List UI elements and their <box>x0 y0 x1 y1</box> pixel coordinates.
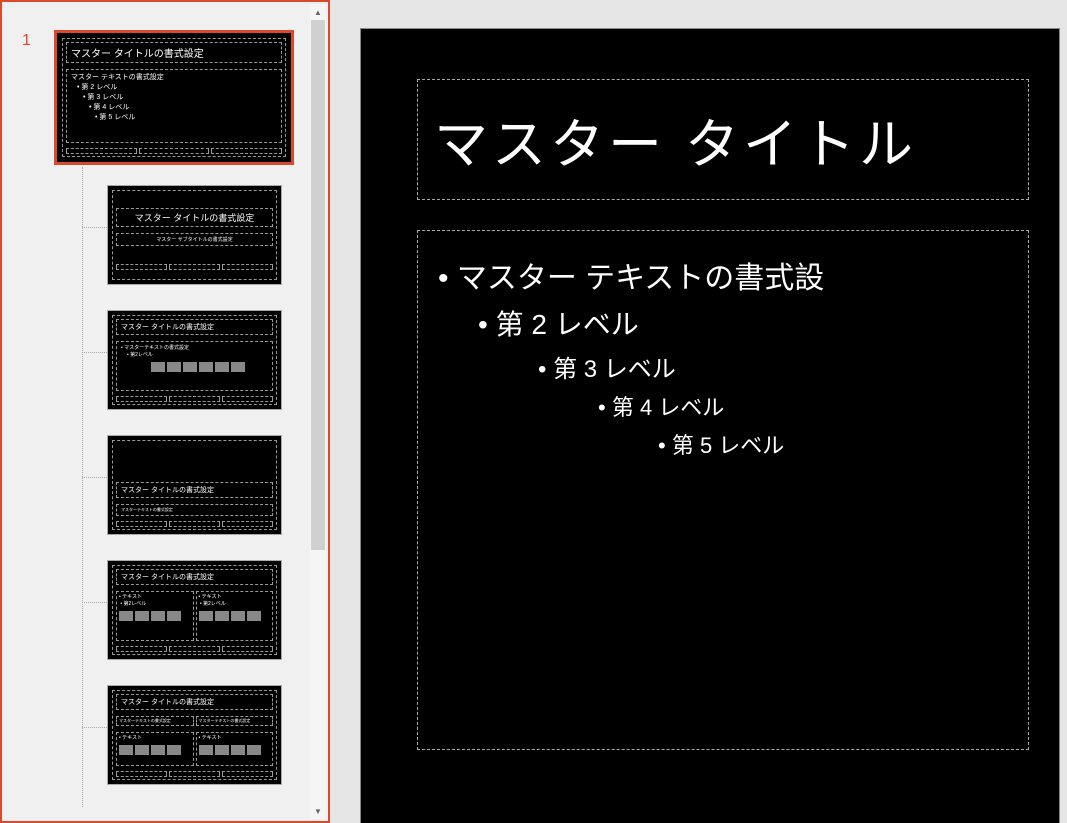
thumb-lvl1: マスター テキストの書式設定 <box>71 72 277 82</box>
slide-master-panel: 1 マスター タイトルの書式設定 マスター テキストの書式設定 • 第 2 レベ… <box>0 0 330 823</box>
body-level-4[interactable]: 第 4 レベル <box>598 390 1008 422</box>
body-level-2[interactable]: 第 2 レベル <box>478 303 1008 343</box>
thumb-lvl2: • 第 2 レベル <box>77 82 277 92</box>
thumb-subtitle: マスター サブタイトルの書式設定 <box>116 233 273 246</box>
thumb-footer <box>116 646 273 652</box>
tree-line <box>82 167 83 807</box>
thumb-caption-row: マスターテキストの書式設定 マスターテキストの書式設定 <box>116 716 273 726</box>
thumb-two-col: • テキスト • テキスト <box>116 732 273 766</box>
tree-branch <box>82 727 107 728</box>
layout-thumbnail-two-content[interactable]: マスター タイトルの書式設定 • テキスト • 第2レベル • テキスト • 第… <box>107 560 282 660</box>
body-level-1[interactable]: マスター テキストの書式設 <box>438 253 1008 297</box>
layout-thumbnail-comparison[interactable]: マスター タイトルの書式設定 マスターテキストの書式設定 マスターテキストの書式… <box>107 685 282 785</box>
tree-branch <box>82 602 107 603</box>
thumb-title: マスター タイトルの書式設定 <box>116 569 273 585</box>
thumb-footer <box>116 771 273 777</box>
thumb-title: マスター タイトルの書式設定 <box>116 208 273 227</box>
tree-branch <box>82 477 107 478</box>
panel-scrollbar[interactable]: ▲ ▼ <box>310 4 326 819</box>
thumb-footer <box>116 396 273 402</box>
tree-branch <box>82 352 107 353</box>
thumb-footer <box>116 264 273 270</box>
tree-branch <box>82 227 107 228</box>
body-level-5[interactable]: 第 5 レベル <box>658 428 1008 460</box>
thumb-two-col: • テキスト • 第2レベル • テキスト • 第2レベル <box>116 591 273 641</box>
thumb-inner: マスター タイトルの書式設定 マスターテキストの書式設定 <box>112 440 277 530</box>
layout-thumbnail-title[interactable]: マスター タイトルの書式設定 マスター サブタイトルの書式設定 <box>107 185 282 285</box>
thumb-inner: マスター タイトルの書式設定 マスター サブタイトルの書式設定 <box>112 190 277 280</box>
layout-thumbnails: マスター タイトルの書式設定 マスター サブタイトルの書式設定 マスター タイト… <box>2 185 328 785</box>
body-placeholder[interactable]: マスター テキストの書式設 第 2 レベル 第 3 レベル 第 4 レベル 第 … <box>417 230 1029 750</box>
title-placeholder[interactable]: マスター タイトル <box>417 79 1029 200</box>
thumb-inner: マスター タイトルの書式設定 マスター テキストの書式設定 • 第 2 レベル … <box>62 38 286 157</box>
thumb-title: マスター タイトルの書式設定 <box>66 42 282 63</box>
thumb-inner: マスター タイトルの書式設定 • マスターテキストの書式設定 • 第2レベル <box>112 315 277 405</box>
body-level-3[interactable]: 第 3 レベル <box>538 349 1008 384</box>
slide-canvas[interactable]: マスター タイトル マスター テキストの書式設 第 2 レベル 第 3 レベル … <box>360 28 1060 823</box>
slide-editor: マスター タイトル マスター テキストの書式設 第 2 レベル 第 3 レベル … <box>330 0 1067 823</box>
thumb-subtitle: マスターテキストの書式設定 <box>116 504 273 516</box>
thumb-title: マスター タイトルの書式設定 <box>116 319 273 335</box>
thumb-title: マスター タイトルの書式設定 <box>116 694 273 710</box>
thumb-lvl3: • 第 3 レベル <box>83 92 277 102</box>
layout-thumbnail-content[interactable]: マスター タイトルの書式設定 • マスターテキストの書式設定 • 第2レベル <box>107 310 282 410</box>
layout-thumbnail-section[interactable]: マスター タイトルの書式設定 マスターテキストの書式設定 <box>107 435 282 535</box>
thumb-footer <box>66 148 282 154</box>
scroll-thumb[interactable] <box>311 20 325 550</box>
scroll-down-icon[interactable]: ▼ <box>310 803 326 819</box>
thumb-inner: マスター タイトルの書式設定 • テキスト • 第2レベル • テキスト • 第… <box>112 565 277 655</box>
thumb-title: マスター タイトルの書式設定 <box>116 482 273 498</box>
thumb-body: マスター テキストの書式設定 • 第 2 レベル • 第 3 レベル • 第 4… <box>66 69 282 143</box>
slide-master-thumbnail[interactable]: マスター タイトルの書式設定 マスター テキストの書式設定 • 第 2 レベル … <box>54 30 294 165</box>
thumb-body: • マスターテキストの書式設定 • 第2レベル <box>116 341 273 391</box>
thumb-footer <box>116 521 273 527</box>
slide-number: 1 <box>22 32 31 50</box>
thumb-lvl5: • 第 5 レベル <box>95 112 277 122</box>
scroll-up-icon[interactable]: ▲ <box>310 4 326 20</box>
thumb-inner: マスター タイトルの書式設定 マスターテキストの書式設定 マスターテキストの書式… <box>112 690 277 780</box>
thumb-lvl4: • 第 4 レベル <box>89 102 277 112</box>
